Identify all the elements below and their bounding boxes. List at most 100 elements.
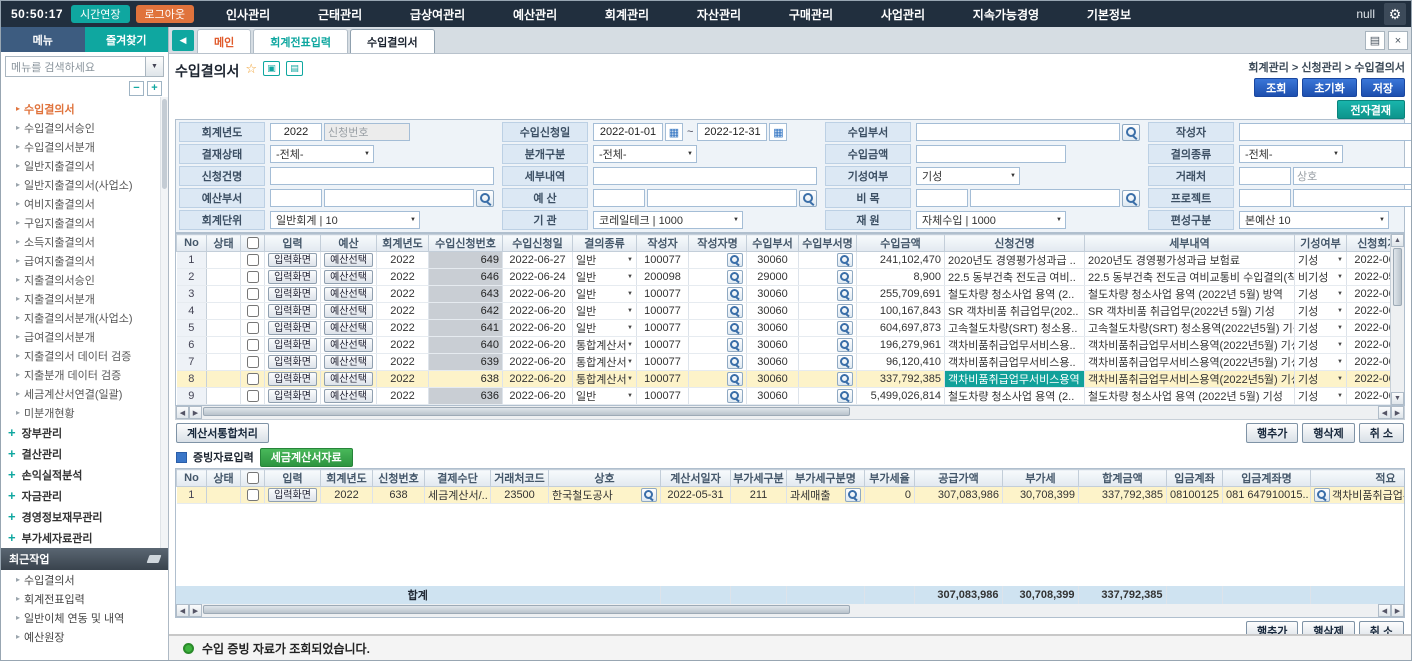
topbar-menu-item[interactable]: 지속가능경영 [973,6,1039,23]
scroll-right-icon[interactable]: ▶ [1391,406,1404,419]
tab-메인[interactable]: 메인 [197,29,251,53]
row-checkbox[interactable] [247,254,259,266]
column-header-bdate[interactable]: 계산서일자 [661,470,731,487]
search-icon[interactable] [837,389,853,403]
cell-select-dtype[interactable]: 일반▼ [576,388,633,404]
scroll-right-icon[interactable]: ▶ [1391,604,1404,617]
column-header-vatname[interactable]: 부가세구분명 [787,470,865,487]
row-checkbox[interactable] [247,271,259,283]
search-icon[interactable] [476,190,494,207]
delete-row-button-bottom[interactable]: 행삭제 [1302,621,1354,634]
horizontal-scrollbar[interactable]: ◀▶ ◀▶ [176,604,1404,617]
column-header-amount[interactable]: 수입금액 [857,235,945,252]
sidebar-group-item[interactable]: +장부관리 [1,422,159,443]
cell-select-gisung[interactable]: 기성▼ [1298,388,1343,404]
journal-type-select[interactable]: -전체-▼ [593,145,697,163]
cell-button-inputBtn[interactable]: 입력화면 [268,389,317,403]
column-header-reqno[interactable]: 수입신청번호 [429,235,503,252]
project-code-input[interactable] [1239,189,1291,207]
column-header-inputBtn[interactable]: 입력 [265,470,321,487]
cell-select-dtype[interactable]: 통합계산서▼ [576,354,633,370]
acct-unit-select[interactable]: 일반회계 | 10▼ [270,211,420,229]
cell-button-inputBtn[interactable]: 입력화면 [268,338,317,352]
sidebar-menu-item[interactable]: ▸지출결의서분개(사업소) [1,308,159,327]
column-header-inputBtn[interactable]: 입력 [265,235,321,252]
grid-row[interactable]: 1입력화면예산선택20226492022-06-27일반▼10007730060… [177,252,1406,269]
search-icon[interactable] [727,372,743,386]
menu-search-select[interactable]: 메뉴를 검색하세요 ▼ [5,56,164,77]
delete-row-button-top[interactable]: 행삭제 [1302,423,1354,443]
column-header-no[interactable]: No [177,470,207,487]
sidebar-group-item[interactable]: +자금관리 [1,485,159,506]
search-icon[interactable] [837,270,853,284]
column-header-status[interactable]: 상태 [207,235,241,252]
search-icon[interactable] [1122,190,1140,207]
scroll-right-icon[interactable]: ▶ [189,406,202,419]
horizontal-scrollbar[interactable]: ◀▶ ◀▶ [175,406,1405,420]
column-header-accname[interactable]: 입금계좌명 [1223,470,1311,487]
topbar-menu-item[interactable]: 구매관리 [789,6,833,23]
recent-item[interactable]: ▸예산원장 [1,627,168,646]
vendor-code-input[interactable] [1239,167,1291,185]
column-header-total[interactable]: 합계금액 [1079,470,1167,487]
sidebar-menu-item[interactable]: ▸지출결의서승인 [1,270,159,289]
scroll-left-icon[interactable]: ◀ [1378,604,1391,617]
column-header-no[interactable]: No [177,235,207,252]
logout-button[interactable]: 로그아웃 [136,5,194,23]
approval-state-select[interactable]: -전체-▼ [270,145,374,163]
detail-input[interactable] [593,167,817,185]
tax-invoice-data-button[interactable]: 세금계산서자료 [260,448,353,467]
sidebar-menu-item[interactable]: ▸급여지출결의서 [1,251,159,270]
sidebar-menu-item[interactable]: ▸일반지출결의서(사업소) [1,175,159,194]
search-icon[interactable] [837,253,853,267]
cell-select-gisung[interactable]: 기성▼ [1298,354,1343,370]
cell-select-dtype[interactable]: 일반▼ [576,303,633,319]
topbar-menu-item[interactable]: 사업관리 [881,6,925,23]
add-row-button-bottom[interactable]: 행추가 [1246,621,1298,634]
project-name-input[interactable] [1293,189,1411,207]
topbar-menu-item[interactable]: 예산관리 [513,6,557,23]
search-icon[interactable] [727,338,743,352]
search-icon[interactable] [727,287,743,301]
cell-select-gisung[interactable]: 기성▼ [1298,303,1343,319]
new-window-icon[interactable]: ▣ [263,61,280,76]
search-icon[interactable] [727,253,743,267]
cell-button-inputBtn[interactable]: 입력화면 [268,304,317,318]
scroll-right-icon[interactable]: ▶ [189,604,202,617]
cell-select-dtype[interactable]: 통합계산서▼ [576,337,633,353]
scrollbar-thumb[interactable] [203,605,850,614]
row-checkbox[interactable] [247,288,259,300]
sidebar-menu-item[interactable]: ▸지출결의서분개 [1,289,159,308]
cell-select-dtype[interactable]: 일반▼ [576,320,633,336]
grid-row[interactable]: 9입력화면예산선택20226362022-06-20일반▼10007730060… [177,388,1406,405]
cell-button-inputBtn[interactable]: 입력화면 [268,270,317,284]
column-header-chk[interactable] [241,235,265,252]
search-icon[interactable] [799,190,817,207]
budget-code-input[interactable] [593,189,645,207]
cell-button-budgetBtn[interactable]: 예산선택 [324,287,373,301]
sidebar-menu-item[interactable]: ▸소득지출결의서 [1,232,159,251]
vertical-scrollbar[interactable]: ▲ ▼ [1390,234,1404,405]
cell-button-inputBtn[interactable]: 입력화면 [268,488,317,502]
column-header-status[interactable]: 상태 [207,470,241,487]
column-header-dtype[interactable]: 결의종류 [573,235,637,252]
scroll-left-icon[interactable]: ◀ [176,604,189,617]
topbar-menu-item[interactable]: 급상여관리 [410,6,465,23]
cell-select-gisung[interactable]: 비기성▼ [1298,269,1343,285]
scroll-up-icon[interactable]: ▲ [1391,234,1404,247]
help-icon[interactable]: ▤ [286,61,303,76]
sidebar-menu-item[interactable]: ▸수입결의서승인 [1,118,159,137]
grid-row[interactable]: 7입력화면예산선택20226392022-06-20통합계산서▼10007730… [177,354,1406,371]
column-header-account[interactable]: 입금계좌 [1167,470,1223,487]
tab-scroll-left-button[interactable]: ◀ [172,30,194,51]
decision-type-select[interactable]: -전체-▼ [1239,145,1343,163]
grid-row[interactable]: 4입력화면예산선택20226422022-06-20일반▼10007730060… [177,303,1406,320]
column-header-note[interactable]: 적요 [1311,470,1406,487]
cell-button-inputBtn[interactable]: 입력화면 [268,372,317,386]
org-type-select[interactable]: 본예산 10▼ [1239,211,1389,229]
tab-수입결의서[interactable]: 수입결의서 [350,29,435,53]
cell-select-dtype[interactable]: 일반▼ [576,286,633,302]
grid-row[interactable]: 8입력화면예산선택20226382022-06-20통합계산서▼10007730… [177,371,1406,388]
close-icon[interactable]: × [1388,31,1408,50]
column-header-reqno[interactable]: 신청번호 [373,470,425,487]
